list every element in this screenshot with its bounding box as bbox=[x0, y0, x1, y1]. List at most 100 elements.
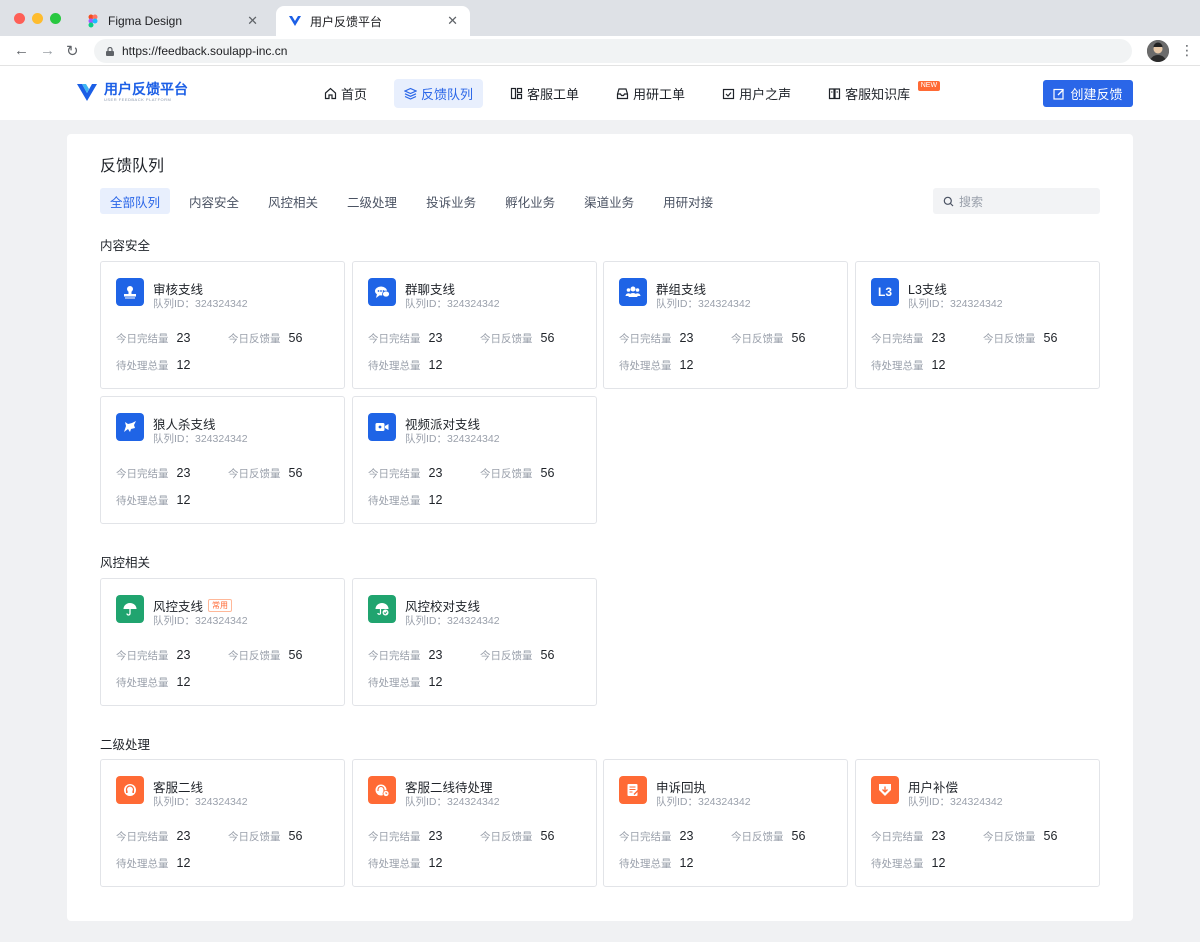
video-icon bbox=[368, 413, 396, 441]
document-edit-icon bbox=[619, 776, 647, 804]
queue-card[interactable]: 群组支线 队列ID：324324342 今日完结量 23 今日反馈量 56 待处理总… bbox=[603, 261, 848, 389]
app-logo[interactable]: 用户反馈平台 USER FEEDBACK PLATFORM bbox=[76, 81, 188, 103]
stat-value-pending: 12 bbox=[176, 675, 191, 689]
back-icon[interactable]: ← bbox=[14, 42, 29, 59]
nav-user-voice[interactable]: 用户之声 bbox=[712, 79, 801, 108]
stat-value-pending: 12 bbox=[679, 856, 694, 870]
queue-card[interactable]: 客服二线待处理 队列ID：324324342 今日完结量 23 今日反馈量 56 待… bbox=[352, 759, 597, 887]
filter-tab-all[interactable]: 全部队列 bbox=[100, 188, 171, 214]
tab-close-icon[interactable]: ✕ bbox=[447, 13, 458, 29]
stat-label-done: 今日完结量 bbox=[116, 831, 169, 843]
stat-label-feedback: 今日反馈量 bbox=[983, 333, 1036, 345]
nav-label: 客服知识库 bbox=[845, 87, 911, 102]
stat-label-done: 今日完结量 bbox=[368, 333, 421, 345]
queue-card[interactable]: 申诉回执 队列ID：324324342 今日完结量 23 今日反馈量 56 待处理总… bbox=[603, 759, 848, 887]
stat-value-pending: 12 bbox=[931, 358, 946, 372]
queue-id: 队列ID：324324342 bbox=[656, 796, 751, 808]
inbox-icon bbox=[616, 88, 629, 100]
queue-card[interactable]: 客服二线 队列ID：324324342 今日完结量 23 今日反馈量 56 待处理总… bbox=[100, 759, 345, 887]
edit-icon bbox=[1053, 88, 1065, 100]
stat-label-pending: 待处理总量 bbox=[619, 858, 672, 870]
calendar-check-icon bbox=[722, 88, 735, 100]
layers-icon bbox=[404, 87, 418, 100]
browser-tab-figma[interactable]: Figma Design ✕ bbox=[74, 6, 270, 36]
filter-tab-research[interactable]: 用研对接 bbox=[653, 188, 723, 214]
browser-tab-feedback[interactable]: 用户反馈平台 ✕ bbox=[276, 6, 470, 36]
minimize-window-button[interactable] bbox=[32, 13, 43, 24]
stat-label-feedback: 今日反馈量 bbox=[731, 333, 784, 345]
nav-label: 首页 bbox=[341, 87, 368, 102]
search-icon bbox=[943, 196, 954, 206]
stat-value-feedback: 56 bbox=[288, 648, 303, 662]
create-feedback-button[interactable]: 创建反馈 bbox=[1043, 80, 1133, 107]
queue-card[interactable]: 视频派对支线 队列ID：324324342 今日完结量 23 今日反馈量 56 待处… bbox=[352, 396, 597, 524]
stat-value-done: 23 bbox=[176, 829, 191, 843]
stat-value-done: 23 bbox=[679, 829, 694, 843]
queue-card[interactable]: 狼人杀支线 队列ID：324324342 今日完结量 23 今日反馈量 56 待处理… bbox=[100, 396, 345, 524]
nav-label: 用户之声 bbox=[739, 87, 792, 102]
stat-label-done: 今日完结量 bbox=[619, 333, 672, 345]
filter-tab-content-safety[interactable]: 内容安全 bbox=[179, 188, 249, 214]
new-badge: NEW bbox=[917, 81, 941, 91]
stat-value-feedback: 56 bbox=[540, 648, 555, 662]
browser-menu-icon[interactable]: ⋮ bbox=[1180, 42, 1194, 59]
queue-id: 队列ID：324324342 bbox=[153, 615, 248, 627]
filter-tab-incubation[interactable]: 孵化业务 bbox=[495, 188, 565, 214]
stat-value-feedback: 56 bbox=[1043, 829, 1058, 843]
queue-card[interactable]: L3 L3支线 队列ID：324324342 今日完结量 23 今日反馈量 56 待… bbox=[855, 261, 1100, 389]
tab-title: 用户反馈平台 bbox=[310, 14, 383, 29]
stat-value-feedback: 56 bbox=[288, 829, 303, 843]
logo-title: 用户反馈平台 bbox=[104, 80, 188, 97]
nav-label: 用研工单 bbox=[633, 87, 686, 102]
close-window-button[interactable] bbox=[14, 13, 25, 24]
queue-card[interactable]: 风控校对支线 队列ID：324324342 今日完结量 23 今日反馈量 56 待处… bbox=[352, 578, 597, 706]
stamp-icon bbox=[116, 278, 144, 306]
maximize-window-button[interactable] bbox=[50, 13, 61, 24]
wolf-icon bbox=[116, 413, 144, 441]
stat-label-feedback: 今日反馈量 bbox=[983, 831, 1036, 843]
forward-icon[interactable]: → bbox=[40, 42, 55, 59]
queue-id: 队列ID：324324342 bbox=[405, 796, 500, 808]
nav-home[interactable]: 首页 bbox=[314, 79, 377, 108]
queue-panel: 反馈队列 全部队列 内容安全 风控相关 二级处理 投诉业务 孵化业务 渠道业务 … bbox=[67, 134, 1133, 921]
queue-id: 队列ID：324324342 bbox=[908, 796, 1003, 808]
queue-id: 队列ID：324324342 bbox=[908, 298, 1003, 310]
stat-label-done: 今日完结量 bbox=[116, 468, 169, 480]
stat-label-pending: 待处理总量 bbox=[368, 677, 421, 689]
queue-card[interactable]: 风控支线 常用 队列ID：324324342 今日完结量 23 今日反馈量 56 待处… bbox=[100, 578, 345, 706]
page-title: 反馈队列 bbox=[100, 158, 165, 175]
tab-title: Figma Design bbox=[108, 14, 183, 28]
stat-label-feedback: 今日反馈量 bbox=[480, 831, 533, 843]
address-bar: ← → ↻ https://feedback.soulapp-inc.cn ⋮ bbox=[0, 36, 1200, 66]
logo-subtitle: USER FEEDBACK PLATFORM bbox=[104, 96, 172, 102]
queue-card[interactable]: 群聊支线 队列ID：324324342 今日完结量 23 今日反馈量 56 待处理总… bbox=[352, 261, 597, 389]
url-text: https://feedback.soulapp-inc.cn bbox=[122, 44, 288, 58]
filter-tab-risk-control[interactable]: 风控相关 bbox=[258, 188, 328, 214]
nav-knowledge-base[interactable]: 客服知识库 NEW bbox=[818, 79, 941, 108]
filter-tab-secondary[interactable]: 二级处理 bbox=[337, 188, 407, 214]
tab-close-icon[interactable]: ✕ bbox=[247, 13, 258, 29]
queue-card[interactable]: 审核支线 队列ID：324324342 今日完结量 23 今日反馈量 56 待处理总… bbox=[100, 261, 345, 389]
umbrella-check-icon bbox=[368, 595, 396, 623]
filter-tab-complaints[interactable]: 投诉业务 bbox=[416, 188, 486, 214]
queue-card[interactable]: 用户补偿 队列ID：324324342 今日完结量 23 今日反馈量 56 待处理总… bbox=[855, 759, 1100, 887]
stat-label-feedback: 今日反馈量 bbox=[480, 333, 533, 345]
nav-research-tickets[interactable]: 用研工单 bbox=[606, 79, 695, 108]
book-icon bbox=[828, 88, 841, 100]
stat-label-pending: 待处理总量 bbox=[368, 360, 421, 372]
filter-tab-channels[interactable]: 渠道业务 bbox=[574, 188, 644, 214]
stat-value-pending: 12 bbox=[428, 493, 443, 507]
umbrella-icon bbox=[116, 595, 144, 623]
nav-feedback-queue[interactable]: 反馈队列 bbox=[394, 79, 484, 108]
avatar[interactable] bbox=[1147, 40, 1169, 62]
reload-icon[interactable]: ↻ bbox=[66, 42, 79, 60]
search-input[interactable]: 搜索 bbox=[933, 188, 1100, 214]
queue-id: 队列ID：324324342 bbox=[153, 433, 248, 445]
url-field[interactable]: https://feedback.soulapp-inc.cn bbox=[94, 39, 1132, 63]
stat-label-done: 今日完结量 bbox=[871, 831, 924, 843]
stat-label-pending: 待处理总量 bbox=[871, 858, 924, 870]
stat-value-pending: 12 bbox=[176, 493, 191, 507]
stat-value-feedback: 56 bbox=[791, 829, 806, 843]
nav-service-tickets[interactable]: 客服工单 bbox=[500, 79, 589, 108]
gift-down-icon bbox=[871, 776, 899, 804]
